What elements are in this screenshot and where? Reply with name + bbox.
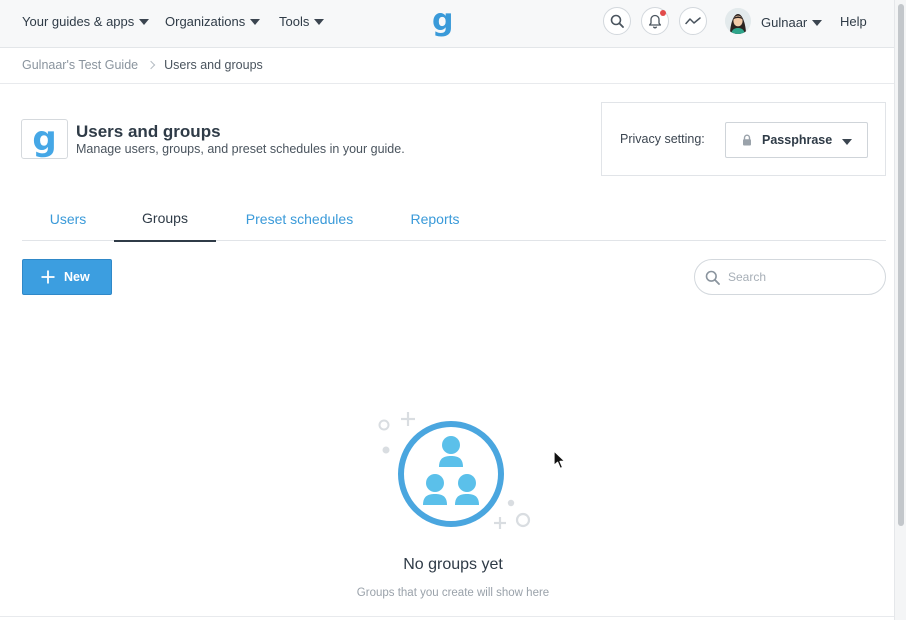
user-avatar-icon <box>725 8 751 34</box>
activity-button[interactable] <box>679 7 707 35</box>
empty-state-title: No groups yet <box>403 556 503 573</box>
new-group-button[interactable]: New <box>22 259 112 295</box>
tools-menu[interactable]: Tools <box>279 14 325 29</box>
guidebook-logo[interactable]: g <box>432 6 453 36</box>
decor-dot <box>507 499 515 507</box>
user-menu[interactable]: Gulnaar <box>761 15 823 30</box>
lock-icon <box>743 134 751 146</box>
privacy-setting-value: Passphrase <box>762 133 833 147</box>
privacy-setting-dropdown[interactable]: Passphrase <box>725 122 868 158</box>
chevron-down-icon <box>139 19 150 25</box>
help-link[interactable]: Help <box>840 14 867 29</box>
notification-badge <box>660 10 666 16</box>
guide-logo: g <box>21 119 68 159</box>
chevron-right-icon <box>146 60 156 70</box>
guides-apps-menu[interactable]: Your guides & apps <box>22 14 150 29</box>
chevron-down-icon <box>812 20 823 26</box>
tab-groups[interactable]: Groups <box>114 196 216 242</box>
tools-menu-label: Tools <box>279 14 310 29</box>
tab-preset-schedules[interactable]: Preset schedules <box>216 196 383 241</box>
mouse-cursor-icon <box>553 450 566 469</box>
decor-dot <box>382 446 390 454</box>
avatar[interactable] <box>725 8 751 34</box>
chevron-down-icon <box>314 19 325 25</box>
notifications-button[interactable] <box>641 7 669 35</box>
search-icon <box>610 14 624 28</box>
search-icon <box>705 270 720 285</box>
organizations-menu[interactable]: Organizations <box>165 14 261 29</box>
decor-circle <box>515 512 531 528</box>
scrollbar-thumb[interactable] <box>898 4 904 526</box>
plus-icon <box>41 270 55 284</box>
new-group-button-label: New <box>64 270 90 284</box>
activity-icon <box>685 17 701 25</box>
page-title: Users and groups <box>76 122 221 141</box>
tab-reports[interactable]: Reports <box>383 196 487 241</box>
search-button[interactable] <box>603 7 631 35</box>
tab-bar: Users Groups Preset schedules Reports <box>22 196 886 242</box>
top-navigation-bar: Your guides & apps Organizations Tools g <box>0 0 894 48</box>
decor-circle <box>378 419 390 431</box>
privacy-setting-panel: Privacy setting: Passphrase <box>601 102 886 176</box>
breadcrumb-guide-link[interactable]: Gulnaar's Test Guide <box>22 58 138 72</box>
breadcrumb: Gulnaar's Test Guide Users and groups <box>22 58 263 72</box>
search-field[interactable] <box>694 259 886 295</box>
content-bottom-divider <box>0 616 894 617</box>
search-input[interactable] <box>728 270 868 284</box>
breadcrumb-current: Users and groups <box>164 58 263 72</box>
guides-apps-menu-label: Your guides & apps <box>22 14 135 29</box>
page-scrollbar[interactable] <box>894 0 906 620</box>
chevron-down-icon <box>250 19 261 25</box>
organizations-menu-label: Organizations <box>165 14 246 29</box>
page-subtitle: Manage users, groups, and preset schedul… <box>76 142 405 156</box>
tab-users[interactable]: Users <box>22 196 114 241</box>
bell-icon <box>648 14 662 28</box>
user-name-label: Gulnaar <box>761 15 808 30</box>
empty-state-subtitle: Groups that you create will show here <box>356 587 550 599</box>
chevron-down-icon <box>842 139 852 145</box>
decor-plus <box>494 517 506 529</box>
breadcrumb-divider <box>0 83 894 84</box>
groups-empty-illustration <box>378 412 531 529</box>
decor-plus <box>401 412 415 426</box>
privacy-setting-label: Privacy setting: <box>620 132 705 146</box>
